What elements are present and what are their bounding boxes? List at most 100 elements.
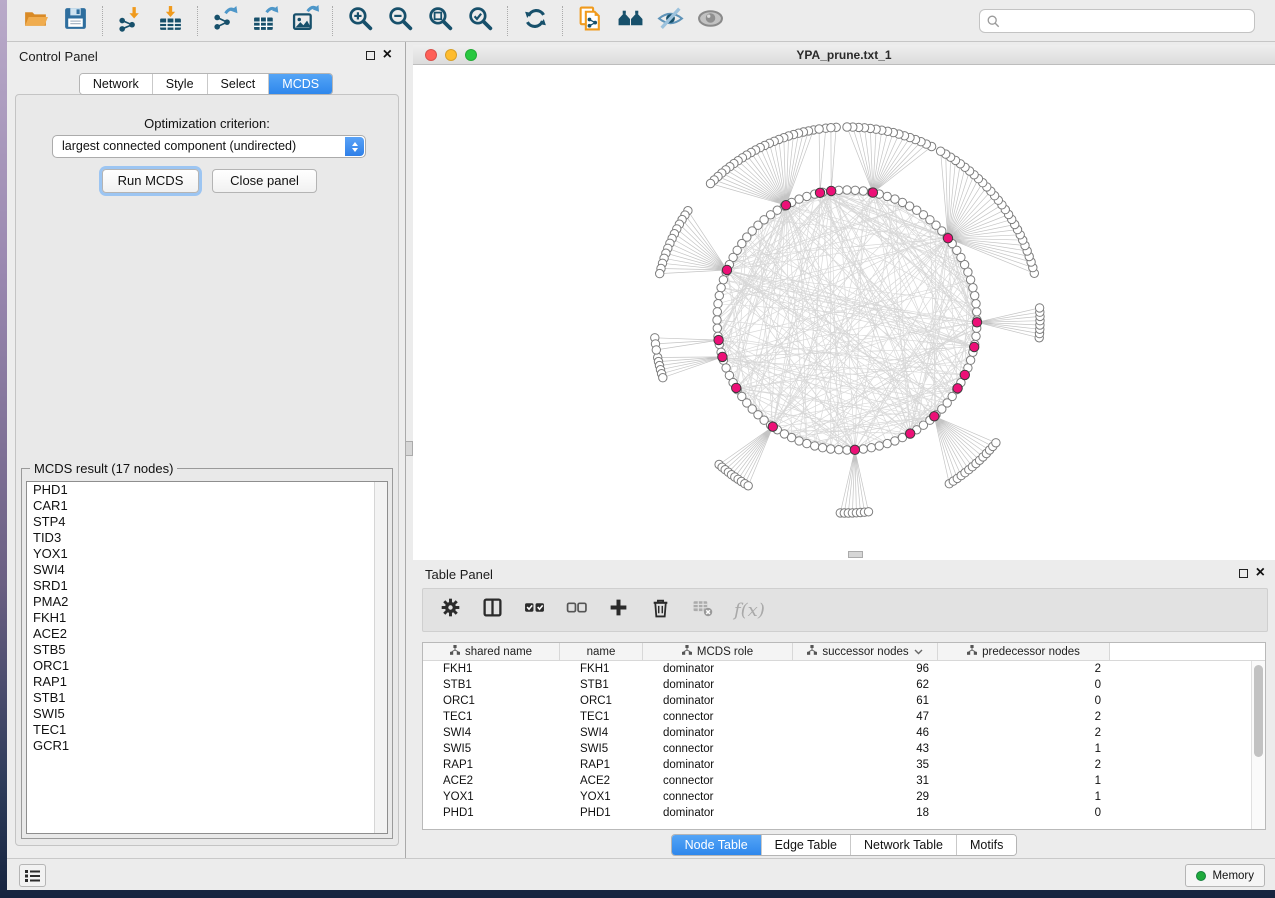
deselect-all-icon	[566, 597, 587, 623]
add-button[interactable]	[608, 597, 629, 623]
horizontal-divider-handle[interactable]	[848, 551, 863, 558]
search-box[interactable]	[979, 9, 1255, 33]
save-session-button[interactable]	[55, 4, 95, 38]
export-image-button[interactable]	[285, 4, 325, 38]
result-list-item[interactable]: SRD1	[27, 578, 387, 594]
table-row[interactable]: FKH1FKH1dominator962	[423, 661, 1251, 677]
result-list-item[interactable]: TID3	[27, 530, 387, 546]
select-all-button[interactable]	[524, 597, 545, 623]
float-table-panel-icon[interactable]	[1239, 569, 1248, 578]
result-list-item[interactable]: PHD1	[27, 482, 387, 498]
toggle-columns-button[interactable]	[482, 597, 503, 623]
table-cell: STB1	[423, 677, 560, 693]
close-table-panel-icon[interactable]: ×	[1256, 563, 1265, 583]
memory-button[interactable]: Memory	[1185, 864, 1265, 887]
column-header-name[interactable]: name	[560, 643, 643, 660]
close-panel-icon[interactable]: ×	[383, 45, 392, 65]
settings-button[interactable]	[440, 597, 461, 623]
table-cell: dominator	[643, 677, 793, 693]
import-table-button[interactable]	[150, 4, 190, 38]
vertical-divider-handle[interactable]	[405, 441, 413, 456]
trash-icon	[650, 597, 671, 623]
toolbar-separator	[102, 6, 103, 36]
table-row[interactable]: PHD1PHD1dominator180	[423, 805, 1251, 821]
result-list-item[interactable]: YOX1	[27, 546, 387, 562]
zoom-in-button[interactable]	[340, 4, 380, 38]
show-all-button[interactable]	[690, 4, 730, 38]
hide-selected-button[interactable]	[650, 4, 690, 38]
result-list-item[interactable]: RAP1	[27, 674, 387, 690]
zoom-fit-button[interactable]	[420, 4, 460, 38]
table-tab-node-table[interactable]: Node Table	[672, 835, 762, 855]
result-list-item[interactable]: GCR1	[27, 738, 387, 754]
table-row[interactable]: TEC1TEC1connector472	[423, 709, 1251, 725]
column-header-predecessor-nodes[interactable]: predecessor nodes	[938, 643, 1110, 660]
result-list-item[interactable]: SWI4	[27, 562, 387, 578]
close-panel-button[interactable]: Close panel	[212, 169, 317, 193]
column-header-MCDS-role[interactable]: MCDS role	[643, 643, 793, 660]
tab-mcds[interactable]: MCDS	[269, 74, 332, 94]
criterion-dropdown[interactable]: largest connected component (undirected)	[52, 135, 366, 158]
table-row[interactable]: SWI5SWI5connector431	[423, 741, 1251, 757]
result-list-item[interactable]: FKH1	[27, 610, 387, 626]
table-row[interactable]: STB1STB1dominator620	[423, 677, 1251, 693]
tab-style[interactable]: Style	[153, 74, 208, 94]
network-graph[interactable]	[413, 65, 1275, 559]
table-row[interactable]: YOX1YOX1connector291	[423, 789, 1251, 805]
leaf-nodes[interactable]	[651, 123, 1045, 517]
table-tab-network-table[interactable]: Network Table	[851, 835, 957, 855]
mcds-result-list[interactable]: PHD1CAR1STP4TID3YOX1SWI4SRD1PMA2FKH1ACE2…	[26, 481, 388, 834]
network-canvas[interactable]	[413, 65, 1275, 559]
result-list-item[interactable]: STB5	[27, 642, 387, 658]
tab-network[interactable]: Network	[80, 74, 153, 94]
result-scrollbar[interactable]	[374, 482, 387, 833]
table-row[interactable]: ACE2ACE2connector311	[423, 773, 1251, 789]
table-cell: FKH1	[560, 661, 643, 677]
result-list-item[interactable]: ORC1	[27, 658, 387, 674]
network-window-title: YPA_prune.txt_1	[413, 48, 1275, 62]
result-list-item[interactable]: SWI5	[27, 706, 387, 722]
open-file-button[interactable]	[15, 4, 55, 38]
import-network-button[interactable]	[110, 4, 150, 38]
column-header-shared-name[interactable]: shared name	[423, 643, 560, 660]
toolbar-separator	[507, 6, 508, 36]
export-network-button[interactable]	[205, 4, 245, 38]
network-view-window: YPA_prune.txt_1	[413, 45, 1275, 560]
delete-button[interactable]	[650, 597, 671, 623]
table-cell: RAP1	[423, 757, 560, 773]
table-row[interactable]: SWI4SWI4dominator462	[423, 725, 1251, 741]
zoom-out-button[interactable]	[380, 4, 420, 38]
automation-panel-button[interactable]	[19, 864, 46, 887]
run-mcds-button[interactable]: Run MCDS	[102, 169, 199, 193]
network-window-titlebar[interactable]: YPA_prune.txt_1	[413, 45, 1275, 65]
zoom-out-icon	[387, 5, 414, 37]
result-list-item[interactable]: ACE2	[27, 626, 387, 642]
refresh-button[interactable]	[515, 4, 555, 38]
table-cell: dominator	[643, 725, 793, 741]
export-table-button[interactable]	[245, 4, 285, 38]
result-list-item[interactable]: STB1	[27, 690, 387, 706]
deselect-all-button[interactable]	[566, 597, 587, 623]
search-input[interactable]	[1005, 11, 1254, 31]
result-list-item[interactable]: STP4	[27, 514, 387, 530]
zoom-selected-button[interactable]	[460, 4, 500, 38]
table-tab-edge-table[interactable]: Edge Table	[762, 835, 851, 855]
table-row[interactable]: ORC1ORC1dominator610	[423, 693, 1251, 709]
toolbar-separator	[332, 6, 333, 36]
right-pane: YPA_prune.txt_1 Table Panel × f(x)	[406, 42, 1275, 858]
result-list-item[interactable]: CAR1	[27, 498, 387, 514]
first-neighbors-button[interactable]	[610, 4, 650, 38]
table-scrollbar[interactable]	[1251, 661, 1265, 829]
result-list-item[interactable]: PMA2	[27, 594, 387, 610]
float-panel-icon[interactable]	[366, 51, 375, 60]
shared-column-icon	[807, 645, 817, 658]
table-row[interactable]: RAP1RAP1dominator352	[423, 757, 1251, 773]
table-tab-motifs[interactable]: Motifs	[957, 835, 1016, 855]
column-header-successor-nodes[interactable]: successor nodes	[793, 643, 938, 660]
result-list-item[interactable]: TEC1	[27, 722, 387, 738]
tab-select[interactable]: Select	[208, 74, 270, 94]
new-network-from-selection-button[interactable]	[570, 4, 610, 38]
table-scrollbar-thumb[interactable]	[1254, 665, 1263, 757]
table-cell: 1	[938, 773, 1110, 789]
table-cell: ORC1	[560, 693, 643, 709]
